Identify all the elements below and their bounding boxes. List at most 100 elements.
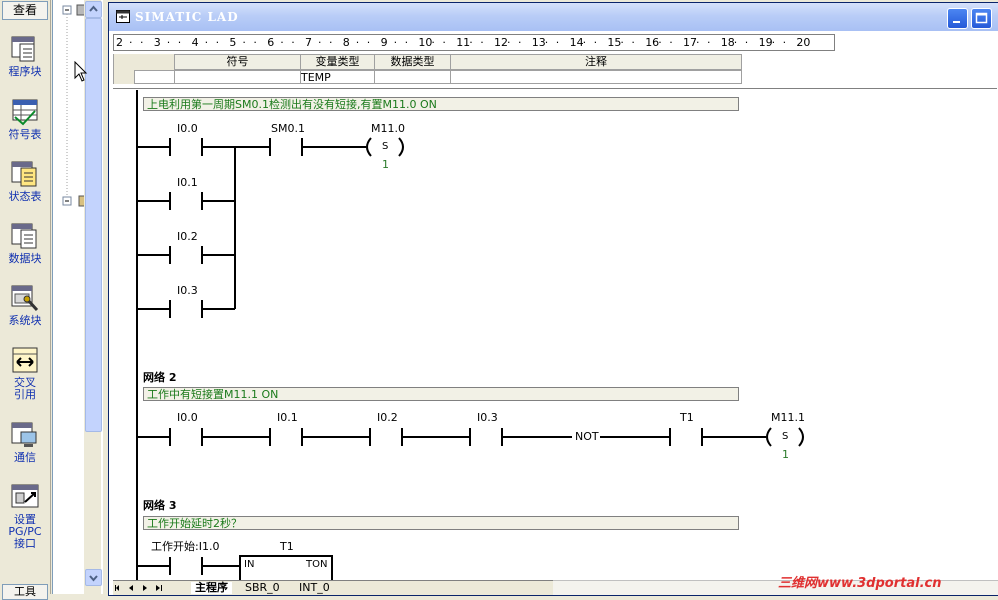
col-header-data-type[interactable]: 数据类型 — [374, 54, 451, 70]
contact-label: T1 — [680, 411, 694, 424]
nav-item-cross-reference[interactable]: 交叉引用 — [2, 345, 48, 401]
minimize-button[interactable] — [947, 8, 968, 29]
column-ruler: 2 · · 3 · · 4 · · 5 · · 6 · · 7 · · 8 · · 9 · · 10 · · 11 · · 12 · · 13 · ·… — [113, 34, 835, 51]
var-row-symbol[interactable] — [174, 70, 301, 84]
ruler-number: 15 — [607, 36, 622, 49]
coil-type: S — [382, 141, 389, 152]
tree-vertical-scrollbar[interactable] — [84, 0, 102, 594]
col-header-symbol[interactable]: 符号 — [174, 54, 301, 70]
scroll-down-button[interactable] — [85, 569, 102, 586]
ruler-tick: · — [129, 36, 133, 49]
ruler-tick: · — [669, 36, 673, 49]
ruler-tick: · — [582, 36, 587, 49]
ruler-tick: · — [707, 36, 711, 49]
nav-item-symbol-table[interactable]: 符号表 — [2, 97, 48, 141]
nav-bar-tools-header[interactable]: 工具 — [2, 584, 48, 600]
contact-label: I0.2 — [377, 411, 398, 424]
tab-nav-arrows[interactable] — [113, 581, 183, 595]
mouse-cursor-icon — [74, 61, 88, 82]
ruler-tick: · — [782, 36, 787, 49]
ruler-tick: · — [593, 36, 598, 49]
ruler-tick: · — [620, 36, 624, 49]
ruler-number: 12 — [494, 36, 508, 49]
col-header-comment[interactable]: 注释 — [450, 54, 742, 70]
nav-item-program-block[interactable]: 程序块 — [2, 34, 48, 78]
nav-label: 设置PG/PC接口 — [8, 513, 42, 550]
ruler-tick: · — [215, 36, 220, 49]
nav-item-system-block[interactable]: 系统块 — [2, 283, 48, 327]
tab-sbr-0[interactable]: SBR_0 — [245, 582, 280, 594]
tab-int-0[interactable]: INT_0 — [299, 582, 330, 594]
network-1-comment[interactable]: 上电利用第一周期SM0.1检测出有没有短接,有置M11.0 ON — [143, 97, 739, 111]
ruler-tick: · — [291, 36, 295, 49]
coil-value: 1 — [782, 448, 789, 461]
pg-pc-interface-icon — [11, 484, 39, 508]
ruler-tick: · — [631, 36, 635, 49]
ruler-number: 2 — [116, 36, 123, 49]
contact-label: 工作开始:I1.0 — [151, 540, 220, 553]
ruler-tick: · — [355, 36, 360, 49]
network-2-title[interactable]: 网络 2 — [143, 369, 176, 385]
local-variable-table[interactable]: 符号 变量类型 数据类型 注释 TEMP — [134, 54, 742, 84]
network-2-comment[interactable]: 工作中有短接置M11.1 ON — [143, 387, 739, 401]
col-header-var-type[interactable]: 变量类型 — [300, 54, 375, 70]
ruler-tick: · — [696, 36, 700, 49]
ruler-number: 19 — [758, 36, 773, 49]
ruler-number: 14 — [569, 36, 584, 49]
scroll-up-button[interactable] — [85, 1, 102, 18]
nav-item-status-table[interactable]: 状态表 — [2, 159, 48, 203]
contact-label: I0.0 — [177, 411, 198, 424]
watermark-text: 三维网www.3dportal.cn — [778, 576, 942, 591]
coil-label: M11.1 — [771, 411, 805, 424]
ruler-number: 13 — [531, 36, 546, 49]
ruler-number: 17 — [683, 36, 697, 49]
ruler-tick: · — [318, 36, 322, 49]
ruler-number: 4 — [191, 36, 199, 49]
maximize-icon — [975, 12, 988, 24]
ruler-tick: · — [242, 36, 246, 49]
var-row-var-type[interactable]: TEMP — [300, 70, 375, 84]
var-row-address[interactable] — [134, 70, 175, 84]
nav-label: 数据块 — [8, 252, 42, 265]
contact-label: I0.1 — [177, 176, 198, 189]
network-3-title[interactable]: 网络 3 — [143, 497, 176, 513]
contact-label: I0.3 — [477, 411, 498, 424]
nav-bar-header[interactable]: 查看 — [2, 1, 48, 20]
ruler-tick: · — [253, 36, 257, 49]
ruler-number: 5 — [229, 36, 237, 49]
cross-reference-icon — [12, 347, 38, 373]
ruler-tick: · — [658, 36, 662, 49]
ruler-tick: · — [431, 36, 435, 49]
maximize-button[interactable] — [971, 8, 992, 29]
ruler-number: 6 — [267, 36, 275, 49]
contact-label: I0.1 — [277, 411, 298, 424]
nav-item-set-pg-pc-interface[interactable]: 设置PG/PC接口 — [2, 482, 48, 550]
coil-type: S — [782, 431, 789, 442]
ruler-number: 20 — [796, 36, 811, 49]
program-block-icon — [11, 36, 35, 62]
ruler-tick: · — [771, 36, 776, 49]
chevron-up-icon — [89, 5, 98, 12]
window-titlebar[interactable]: SIMATIC LAD — [109, 3, 998, 31]
contact-label: I0.3 — [177, 284, 198, 297]
nav-item-communication[interactable]: 通信 — [2, 420, 48, 464]
program-tabs-bar: 主程序 SBR_0 INT_0 — [113, 580, 553, 595]
ruler-tick: · — [507, 36, 511, 49]
status-table-icon — [11, 161, 37, 187]
nav-item-data-block[interactable]: 数据块 — [2, 221, 48, 265]
tab-main-program[interactable]: 主程序 — [191, 582, 232, 594]
ladder-editor[interactable] — [113, 88, 997, 581]
timer-in-pin: IN — [244, 559, 255, 570]
nav-label: 状态表 — [8, 190, 42, 203]
nav-label: 通信 — [14, 451, 36, 464]
symbol-table-icon — [12, 99, 38, 126]
var-row-data-type[interactable] — [374, 70, 451, 84]
var-table-row-gutter — [113, 54, 135, 84]
tree-lines — [62, 4, 85, 207]
network-3-comment[interactable]: 工作开始延时2秒？ — [143, 516, 739, 530]
ruler-tick: · — [177, 36, 182, 49]
ruler-tick: · — [733, 36, 738, 49]
contact-label: I0.2 — [177, 230, 198, 243]
var-row-comment[interactable] — [450, 70, 742, 84]
ruler-number: 3 — [153, 36, 161, 49]
